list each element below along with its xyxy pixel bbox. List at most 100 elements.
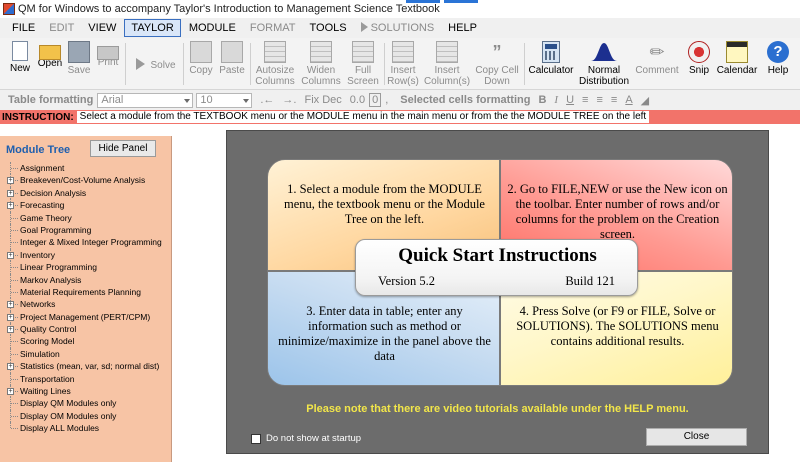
insert-columns-button[interactable]: Insert Column(s) <box>423 40 471 88</box>
new-button[interactable]: New <box>6 40 34 88</box>
tree-item-label: Breakeven/Cost-Volume Analysis <box>20 175 146 186</box>
expand-plus-icon[interactable]: + <box>7 251 14 259</box>
menu-solutions[interactable]: SOLUTIONS <box>355 20 441 36</box>
module-tree-panel: Module Tree Hide Panel Assignment + Breake… <box>0 136 172 462</box>
menu-module[interactable]: MODULE <box>183 20 242 36</box>
calculator-button[interactable]: Calculator <box>527 40 575 88</box>
tree-item[interactable]: + Waiting Lines <box>0 385 172 398</box>
widen-columns-button[interactable]: Widen Columns <box>299 40 343 88</box>
bell-curve-icon <box>590 41 618 63</box>
hide-panel-button[interactable]: Hide Panel <box>90 140 156 157</box>
instruction-text: Select a module from the TEXTBOOK menu o… <box>76 111 650 123</box>
open-button[interactable]: Open <box>36 40 64 88</box>
tree-item[interactable]: Display OM Modules only <box>0 409 172 423</box>
menu-file[interactable]: FILE <box>6 20 41 36</box>
insert-rows-button[interactable]: Insert Row(s) <box>386 40 420 88</box>
expand-plus-icon[interactable]: + <box>7 202 14 210</box>
align-center-icon[interactable]: ≡ <box>592 94 606 106</box>
tree-item[interactable]: + Statistics (mean, var, sd; normal dist) <box>0 360 172 373</box>
play-icon <box>360 22 368 32</box>
expand-plus-icon[interactable]: + <box>7 313 14 321</box>
italic-button[interactable]: I <box>550 94 562 106</box>
tree-item-label: Linear Programming <box>20 262 98 273</box>
play-icon <box>136 58 146 70</box>
tree-item-label: Game Theory <box>20 212 72 223</box>
menu-edit[interactable]: EDIT <box>43 20 80 36</box>
save-button[interactable]: Save <box>65 40 93 88</box>
tree-item[interactable]: + Decision Analysis <box>0 186 172 200</box>
font-family-select[interactable]: Arial <box>97 92 194 108</box>
tree-item-label: Networks <box>20 299 56 310</box>
qm-app-window: QM for Windows to accompany Taylor's Int… <box>0 0 800 462</box>
tree-connector <box>11 403 18 405</box>
tree-item[interactable]: Simulation <box>0 347 172 361</box>
print-button[interactable]: Print <box>94 40 122 88</box>
tree-item[interactable]: Goal Programming <box>0 223 172 237</box>
step-2-text: 2. Go to FILE,NEW or use the New icon on… <box>507 182 728 241</box>
zero-format-icon[interactable]: 0 <box>369 93 382 107</box>
tree-item[interactable]: + Forecasting <box>0 199 172 212</box>
underline-button[interactable]: U <box>562 94 578 106</box>
tree-item[interactable]: Display ALL Modules <box>0 422 172 434</box>
copy-button[interactable]: Copy <box>187 40 215 88</box>
do-not-show-checkbox[interactable]: Do not show at startup <box>251 433 361 444</box>
help-button[interactable]: ? Help <box>764 40 792 88</box>
font-color-icon[interactable]: A <box>621 94 636 106</box>
menu-help[interactable]: HELP <box>442 20 483 36</box>
copy-cell-down-button[interactable]: ” Copy Cell Down <box>474 40 520 88</box>
menu-taylor[interactable]: TAYLOR <box>124 19 181 37</box>
snip-button[interactable]: Snip <box>684 40 714 88</box>
tree-item-label: Simulation <box>20 348 60 359</box>
calendar-button[interactable]: Calendar <box>716 40 758 88</box>
tree-item-label: Markov Analysis <box>20 274 82 285</box>
tree-item[interactable]: Display QM Modules only <box>0 397 172 410</box>
main-toolbar: New Open Save Print Solve Copy Paste Aut… <box>0 38 800 90</box>
tree-item[interactable]: Integer & Mixed Integer Programming <box>0 236 172 249</box>
tree-item[interactable]: Assignment <box>0 162 172 175</box>
tree-item[interactable]: + Project Management (PERT/CPM) <box>0 310 172 324</box>
full-screen-icon <box>352 41 374 63</box>
tree-item[interactable]: Transportation <box>0 372 172 386</box>
expand-plus-icon[interactable]: + <box>7 189 14 197</box>
tree-item[interactable]: + Networks <box>0 298 172 311</box>
autosize-columns-button[interactable]: Autosize Columns <box>252 40 298 88</box>
expand-plus-icon[interactable]: + <box>7 326 14 334</box>
comma-format-icon[interactable]: , <box>381 94 392 106</box>
expand-plus-icon[interactable]: + <box>7 363 14 371</box>
menu-format[interactable]: FORMAT <box>244 20 302 36</box>
expand-plus-icon[interactable]: + <box>7 301 14 309</box>
tree-connector <box>11 378 18 380</box>
paste-button[interactable]: Paste <box>217 40 247 88</box>
tree-connector <box>11 279 18 281</box>
solve-button[interactable]: Solve <box>132 40 180 88</box>
copy-icon <box>190 41 212 63</box>
align-left-icon[interactable]: ≡ <box>578 94 592 106</box>
normal-distribution-button[interactable]: Normal Distribution <box>577 40 631 88</box>
expand-plus-icon[interactable]: + <box>7 177 14 185</box>
menu-tools[interactable]: TOOLS <box>304 20 353 36</box>
tree-item[interactable]: + Inventory <box>0 248 172 262</box>
bold-button[interactable]: B <box>534 94 550 106</box>
full-screen-button[interactable]: Full Screen <box>345 40 381 88</box>
fill-color-icon[interactable]: ◢ <box>637 94 653 107</box>
close-button[interactable]: Close <box>646 428 747 446</box>
tree-item[interactable]: Scoring Model <box>0 335 172 348</box>
tree-connector <box>11 353 18 355</box>
tree-item[interactable]: Game Theory <box>0 211 172 224</box>
tree-item[interactable]: + Breakeven/Cost-Volume Analysis <box>0 174 172 187</box>
tree-item[interactable]: Linear Programming <box>0 261 172 274</box>
menu-view[interactable]: VIEW <box>82 20 122 36</box>
module-tree-list: Assignment + Breakeven/Cost-Volume Analysi… <box>0 162 172 435</box>
tree-item-label: Display OM Modules only <box>20 410 117 421</box>
comment-button[interactable]: ✏ Comment <box>634 40 680 88</box>
font-size-select[interactable]: 10 <box>196 92 253 108</box>
align-right-icon[interactable]: ≡ <box>607 94 621 106</box>
tree-item[interactable]: + Quality Control <box>0 323 172 336</box>
quick-start-header-card: Quick Start Instructions Version 5.2 Bui… <box>355 239 638 296</box>
tree-item[interactable]: Material Requirements Planning <box>0 285 172 299</box>
expand-plus-icon[interactable]: + <box>7 388 14 396</box>
increase-decimal-icon[interactable]: →. <box>278 94 300 106</box>
tree-item[interactable]: Markov Analysis <box>0 273 172 286</box>
checkbox-box[interactable] <box>251 433 261 444</box>
decrease-decimal-icon[interactable]: .← <box>256 94 278 106</box>
